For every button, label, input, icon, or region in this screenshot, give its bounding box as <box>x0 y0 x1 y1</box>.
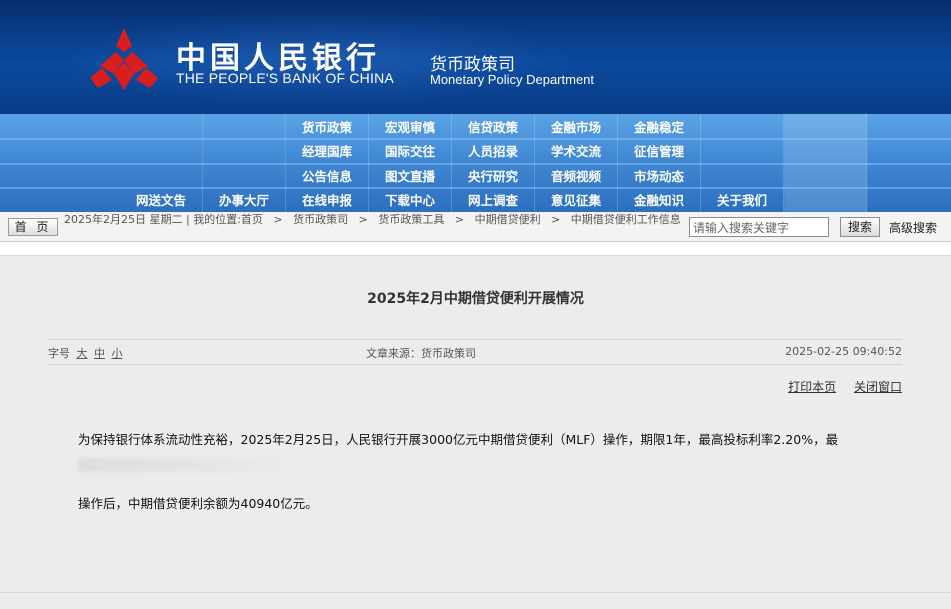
nav-item-blurred[interactable] <box>784 187 867 212</box>
nav-item[interactable]: 关于我们 <box>701 187 784 212</box>
blurred-text-line <box>78 458 278 472</box>
breadcrumb-separator: > <box>358 213 368 226</box>
nav-item-blurred[interactable] <box>203 114 286 139</box>
article-panel: 2025年2月中期借贷便利开展情况 字号 大 中 小 文章来源：货币政策司 20… <box>0 255 951 609</box>
nav-item[interactable]: 意见征集 <box>535 187 618 212</box>
article-tools: 打印本页 关闭窗口 <box>774 378 902 395</box>
nav-item[interactable]: 学术交流 <box>535 138 618 163</box>
main-navigation: 货币政策 宏观审慎 信贷政策 金融市场 金融稳定经理国库 国际交往 人员招录 学术交流 征信管理… <box>0 114 951 212</box>
nav-item-blurred[interactable] <box>784 114 867 139</box>
nav-item[interactable]: 人员招录 <box>452 138 535 163</box>
search-button[interactable]: 搜索 <box>840 217 880 237</box>
nav-item-blurred[interactable] <box>120 138 203 163</box>
nav-item-blurred[interactable] <box>701 114 784 139</box>
department-title-en: Monetary Policy Department <box>430 72 595 87</box>
font-size-small[interactable]: 小 <box>112 347 123 360</box>
nav-item[interactable]: 网送文告 <box>120 187 203 212</box>
pboc-logo-icon[interactable] <box>88 26 160 92</box>
nav-item[interactable]: 下载中心 <box>369 187 452 212</box>
nav-item[interactable]: 金融知识 <box>618 187 701 212</box>
nav-item[interactable]: 货币政策 <box>286 114 369 139</box>
nav-item-blurred[interactable] <box>784 138 867 163</box>
font-size-control: 字号 大 中 小 <box>48 345 123 361</box>
divider <box>0 592 951 593</box>
nav-item[interactable]: 音频视频 <box>535 163 618 188</box>
article-paragraph-1: 为保持银行体系流动性充裕，2025年2月25日，人民银行开展3000亿元中期借贷… <box>78 432 839 447</box>
font-size-medium[interactable]: 中 <box>94 347 105 360</box>
breadcrumb-home-link[interactable]: 我的位置:首页 <box>193 213 263 226</box>
nav-item-blurred[interactable] <box>701 138 784 163</box>
font-size-label: 字号 <box>48 347 70 360</box>
divider <box>48 339 902 340</box>
advanced-search-link[interactable]: 高级搜索 <box>889 219 937 236</box>
breadcrumb-link-mlf-work[interactable]: 中期借贷便利工作信息 <box>571 213 681 226</box>
nav-item[interactable]: 征信管理 <box>618 138 701 163</box>
breadcrumb-link-tools[interactable]: 货币政策工具 <box>378 213 444 226</box>
nav-grid: 货币政策 宏观审慎 信贷政策 金融市场 金融稳定经理国库 国际交往 人员招录 学术交流 征信管理… <box>120 114 880 212</box>
nav-item[interactable]: 在线申报 <box>286 187 369 212</box>
nav-item-blurred[interactable] <box>203 163 286 188</box>
nav-item[interactable]: 办事大厅 <box>203 187 286 212</box>
breadcrumb-separator: > <box>454 213 465 226</box>
nav-item[interactable]: 国际交往 <box>369 138 452 163</box>
current-date: 2025年2月25日 星期二 <box>64 213 183 226</box>
article-title: 2025年2月中期借贷便利开展情况 <box>367 291 584 307</box>
print-page-link[interactable]: 打印本页 <box>788 380 836 394</box>
nav-item[interactable]: 宏观审慎 <box>369 114 452 139</box>
breadcrumb-link-dept[interactable]: 货币政策司 <box>293 213 348 226</box>
nav-item-blurred[interactable] <box>701 163 784 188</box>
breadcrumb: 2025年2月25日 星期二 | 我的位置:首页 > 货币政策司 > 货币政策工… <box>64 213 689 226</box>
nav-item[interactable]: 经理国库 <box>286 138 369 163</box>
nav-item-blurred[interactable] <box>120 163 203 188</box>
nav-item[interactable]: 金融稳定 <box>618 114 701 139</box>
nav-item-blurred[interactable] <box>120 114 203 139</box>
breadcrumb-separator: > <box>551 213 561 226</box>
nav-item[interactable]: 图文直播 <box>369 163 452 188</box>
close-window-link[interactable]: 关闭窗口 <box>854 380 902 394</box>
article-source: 文章来源：货币政策司 <box>366 347 476 360</box>
site-header: 中国人民银行 THE PEOPLE'S BANK OF CHINA 货币政策司 … <box>0 0 951 114</box>
nav-item-blurred[interactable] <box>784 163 867 188</box>
nav-item-blurred[interactable] <box>203 138 286 163</box>
nav-item[interactable]: 信贷政策 <box>452 114 535 139</box>
article-datetime: 2025-02-25 09:40:52 <box>785 345 902 358</box>
site-title-en[interactable]: THE PEOPLE'S BANK OF CHINA <box>176 70 394 86</box>
breadcrumb-link-mlf[interactable]: 中期借贷便利 <box>475 213 541 226</box>
nav-item[interactable]: 网上调查 <box>452 187 535 212</box>
breadcrumb-separator: > <box>273 213 283 226</box>
article-paragraph-2: 操作后，中期借贷便利余额为40940亿元。 <box>78 496 318 511</box>
nav-item[interactable]: 金融市场 <box>535 114 618 139</box>
nav-item[interactable]: 市场动态 <box>618 163 701 188</box>
breadcrumb-bar: 首 页 2025年2月25日 星期二 | 我的位置:首页 > 货币政策司 > 货… <box>0 212 951 242</box>
search-input[interactable] <box>689 217 829 237</box>
font-size-large[interactable]: 大 <box>77 347 88 360</box>
nav-item[interactable]: 央行研究 <box>452 163 535 188</box>
divider <box>48 364 902 365</box>
home-button[interactable]: 首 页 <box>8 218 58 236</box>
nav-item[interactable]: 公告信息 <box>286 163 369 188</box>
